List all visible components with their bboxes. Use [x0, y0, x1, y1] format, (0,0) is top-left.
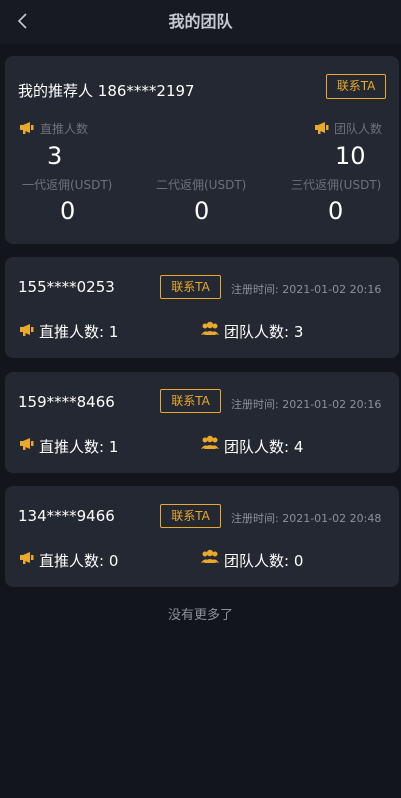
group-icon: [201, 321, 219, 336]
member-phone: 159****8466: [18, 393, 115, 411]
contact-member-button[interactable]: 联系TA: [160, 275, 221, 299]
no-more-text: 没有更多了: [167, 608, 233, 623]
member-team-label: 团队人数:: [224, 552, 290, 570]
megaphone-icon: [314, 121, 329, 134]
member-direct-label: 直推人数:: [39, 552, 105, 570]
register-time-value: 2021-01-02 20:16: [282, 283, 382, 296]
commission-level2-label: 二代返佣(USDT): [156, 178, 247, 192]
referrer-info: 我的推荐人 186****2197: [18, 80, 195, 101]
referrer-label: 我的推荐人: [18, 82, 94, 100]
member-team-count: 团队人数: 4: [224, 436, 303, 457]
register-time: 注册时间: 2021-01-02 20:16: [231, 396, 381, 412]
register-time-value: 2021-01-02 20:48: [282, 512, 382, 525]
member-team-label: 团队人数:: [224, 323, 290, 341]
referrer-phone: 186****2197: [97, 82, 195, 100]
megaphone-icon: [19, 437, 34, 450]
member-direct-count: 直推人数: 1: [39, 321, 118, 342]
register-time-label: 注册时间:: [231, 398, 279, 411]
member-direct-count: 直推人数: 1: [39, 436, 118, 457]
member-card: 134****9466 联系TA 注册时间: 2021-01-02 20:48 …: [5, 486, 399, 587]
commission-level3-label: 三代返佣(USDT): [291, 178, 382, 192]
member-team-count: 团队人数: 3: [224, 321, 303, 342]
megaphone-icon: [19, 121, 34, 134]
member-team-value: 4: [293, 438, 304, 456]
top-nav-bar: 我的团队: [0, 0, 401, 44]
member-phone: 134****9466: [18, 507, 115, 525]
member-direct-label: 直推人数:: [39, 323, 105, 341]
contact-member-button[interactable]: 联系TA: [160, 504, 221, 528]
team-count-label: 团队人数: [334, 122, 383, 136]
commission-level1-value: 0: [60, 197, 76, 225]
member-direct-label: 直推人数:: [39, 438, 105, 456]
member-team-label: 团队人数:: [224, 438, 290, 456]
referrer-card: 我的推荐人 186****2197 联系TA 直推人数 3 团队人数 10 一代…: [5, 56, 399, 244]
commission-level1-label: 一代返佣(USDT): [22, 178, 113, 192]
direct-count-label: 直推人数: [40, 122, 89, 136]
member-card: 159****8466 联系TA 注册时间: 2021-01-02 20:16 …: [5, 372, 399, 473]
direct-count-value: 3: [47, 142, 63, 170]
member-direct-count: 直推人数: 0: [39, 550, 118, 571]
register-time-label: 注册时间:: [231, 512, 279, 525]
megaphone-icon: [19, 323, 34, 336]
commission-level2-value: 0: [194, 197, 210, 225]
group-icon: [201, 435, 219, 450]
member-direct-value: 1: [108, 323, 119, 341]
register-time: 注册时间: 2021-01-02 20:16: [231, 281, 381, 297]
member-direct-value: 1: [108, 438, 119, 456]
member-team-value: 0: [293, 552, 304, 570]
page-title: 我的团队: [168, 12, 233, 31]
member-card: 155****0253 联系TA 注册时间: 2021-01-02 20:16 …: [5, 257, 399, 358]
contact-referrer-button[interactable]: 联系TA: [326, 74, 386, 99]
group-icon: [201, 549, 219, 564]
member-team-value: 3: [293, 323, 304, 341]
register-time-label: 注册时间:: [231, 283, 279, 296]
register-time-value: 2021-01-02 20:16: [282, 398, 382, 411]
member-team-count: 团队人数: 0: [224, 550, 303, 571]
register-time: 注册时间: 2021-01-02 20:48: [231, 510, 381, 526]
commission-level3-value: 0: [328, 197, 344, 225]
megaphone-icon: [19, 551, 34, 564]
member-phone: 155****0253: [18, 278, 115, 296]
contact-member-button[interactable]: 联系TA: [160, 389, 221, 413]
team-count-value: 10: [335, 142, 366, 170]
member-direct-value: 0: [108, 552, 119, 570]
